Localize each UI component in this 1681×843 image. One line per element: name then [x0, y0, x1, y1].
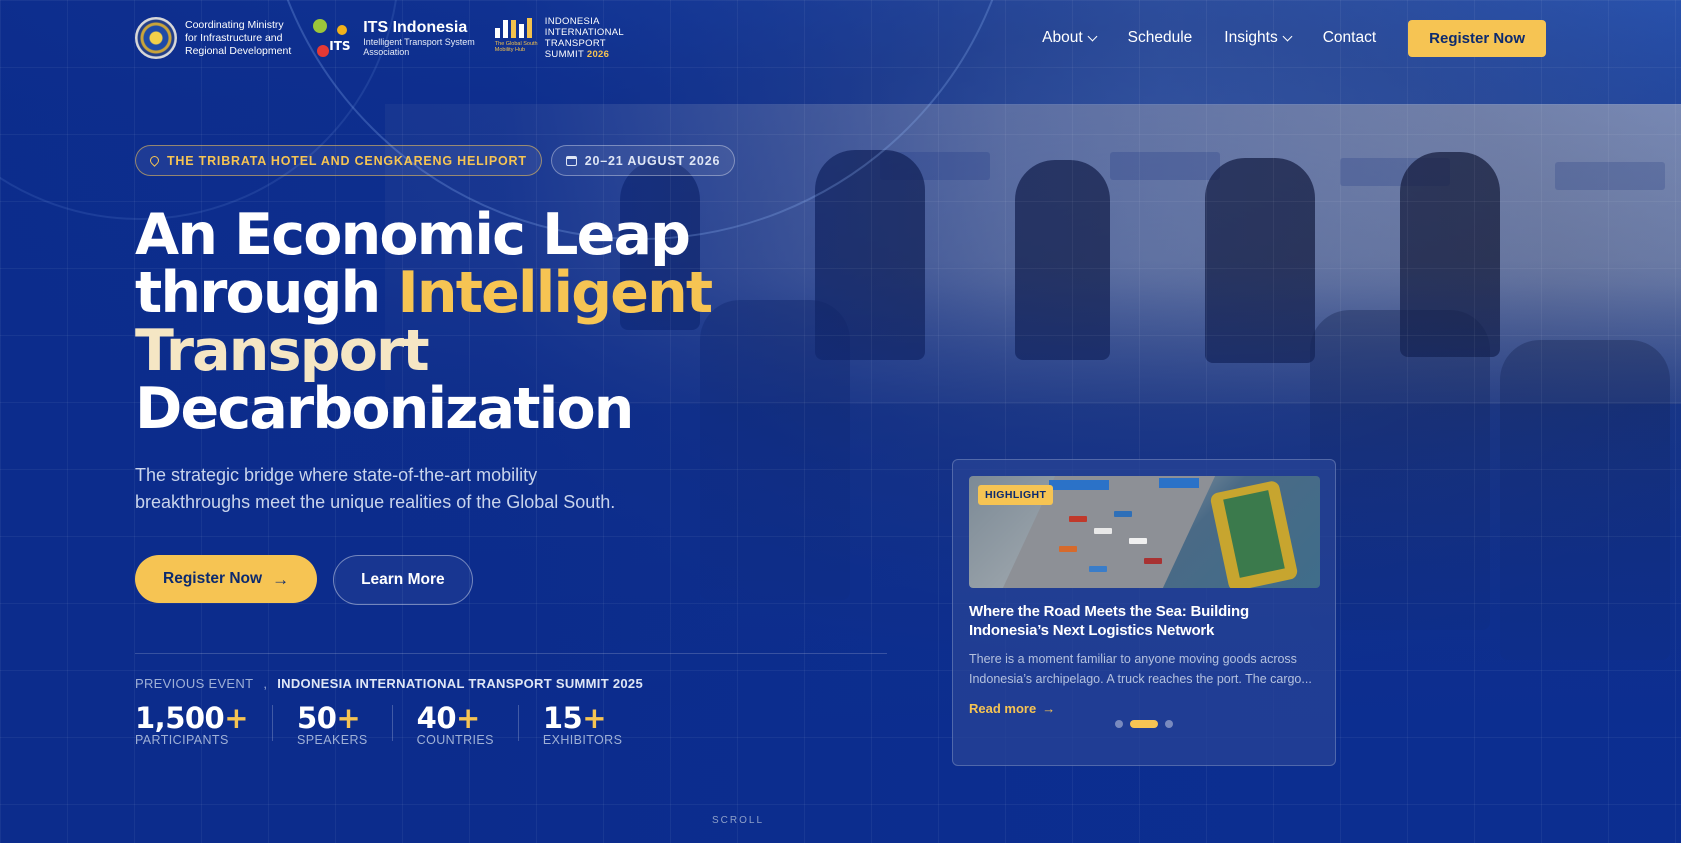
- previous-event-separator: ,: [263, 676, 268, 691]
- its-mark-icon: ITS: [311, 17, 357, 59]
- hero-section: THE TRIBRATA HOTEL AND CENGKARENG HELIPO…: [135, 145, 895, 748]
- iits-line: TRANSPORT: [544, 38, 606, 49]
- stat-value: 1,500: [135, 701, 225, 735]
- nav-contact[interactable]: Contact: [1323, 29, 1376, 47]
- title-highlight: Intelligent: [397, 260, 714, 326]
- stat-plus: +: [224, 701, 249, 735]
- card-excerpt: There is a moment familiar to anyone mov…: [969, 652, 1312, 686]
- ministry-logo[interactable]: Coordinating Ministry for Infrastructure…: [135, 17, 291, 59]
- stat-plus: +: [456, 701, 480, 735]
- main-nav: About Schedule Insights Contact Register…: [1042, 19, 1546, 57]
- its-indonesia-logo[interactable]: ITS ITS Indonesia Intelligent Transport …: [311, 17, 475, 59]
- partner-logos: Coordinating Ministry for Infrastructure…: [135, 16, 624, 60]
- iits-line: INTERNATIONAL: [544, 27, 625, 38]
- carousel-dot-active[interactable]: [1130, 720, 1158, 728]
- map-pin-icon: [148, 154, 161, 167]
- read-more-link[interactable]: Read more →: [969, 701, 1319, 716]
- title-line: Decarbonization: [135, 376, 634, 442]
- previous-event-label: PREVIOUS EVENT: [135, 676, 254, 691]
- date-chip: 20–21 AUGUST 2026: [550, 145, 736, 176]
- iits-mark-icon: The Global South Mobility Hub: [494, 16, 539, 53]
- ministry-line: Coordinating Ministry: [185, 18, 284, 31]
- chevron-down-icon: [1282, 31, 1293, 41]
- iits-year: 2026: [586, 49, 610, 60]
- iits-line: INDONESIA: [544, 16, 600, 27]
- date-text: 20–21 AUGUST 2026: [584, 153, 721, 168]
- carousel-dot[interactable]: [1165, 720, 1173, 728]
- ministry-emblem-icon: [135, 17, 177, 59]
- nav-label: Contact: [1322, 29, 1377, 46]
- arrow-right-icon: →: [272, 569, 290, 589]
- title-highlight: Transport: [135, 318, 430, 384]
- chevron-down-icon: [1087, 31, 1098, 41]
- highlight-badge: HIGHLIGHT: [978, 485, 1054, 505]
- calendar-icon: [565, 155, 577, 166]
- stat-label: PARTICIPANTS: [135, 733, 229, 747]
- nav-insights[interactable]: Insights: [1224, 29, 1293, 47]
- stat-value: 40: [416, 701, 457, 735]
- previous-event-name: INDONESIA INTERNATIONAL TRANSPORT SUMMIT…: [277, 676, 643, 691]
- event-stats: 1,500+ PARTICIPANTS 50+ SPEAKERS 40+ COU…: [135, 704, 895, 748]
- title-line: through: [135, 260, 398, 326]
- highlight-card[interactable]: HIGHLIGHT Where the Road Meets the Sea: …: [952, 459, 1336, 766]
- arrow-right-icon: →: [1042, 701, 1056, 716]
- its-mark-text: ITS: [329, 39, 351, 53]
- its-subtitle: Association: [363, 47, 410, 57]
- stat-value: 50: [297, 701, 337, 735]
- read-more-label: Read more: [969, 701, 1037, 716]
- carousel-dots: [953, 720, 1335, 728]
- iits-2026-logo[interactable]: The Global South Mobility Hub INDONESIA …: [494, 16, 625, 60]
- stat-label: COUNTRIES: [416, 733, 494, 747]
- event-info-chips: THE TRIBRATA HOTEL AND CENGKARENG HELIPO…: [135, 145, 895, 176]
- card-title[interactable]: Where the Road Meets the Sea: Building I…: [969, 602, 1319, 640]
- stat-plus: +: [582, 701, 607, 735]
- highlight-image: HIGHLIGHT: [969, 476, 1320, 588]
- stat-countries: 40+ COUNTRIES: [417, 704, 519, 747]
- nav-label: Insights: [1224, 29, 1278, 46]
- title-line: An Economic Leap: [135, 202, 691, 268]
- stat-participants: 1,500+ PARTICIPANTS: [135, 704, 274, 747]
- nav-label: About: [1042, 29, 1083, 46]
- scroll-indicator[interactable]: SCROLL: [712, 815, 764, 826]
- previous-event: PREVIOUS EVENT , INDONESIA INTERNATIONAL…: [135, 676, 895, 691]
- its-subtitle: Intelligent Transport System: [363, 37, 475, 47]
- ministry-line: Regional Development: [185, 44, 292, 57]
- stat-exhibitors: 15+ EXHIBITORS: [543, 704, 646, 748]
- site-header: Coordinating Ministry for Infrastructure…: [0, 0, 1681, 76]
- nav-schedule[interactable]: Schedule: [1128, 29, 1193, 47]
- iits-tagline: The Global South Mobility Hub: [494, 41, 538, 53]
- stat-plus: +: [336, 701, 361, 735]
- stat-speakers: 50+ SPEAKERS: [297, 704, 393, 747]
- location-text: THE TRIBRATA HOTEL AND CENGKARENG HELIPO…: [167, 153, 527, 168]
- register-now-button[interactable]: Register Now →: [135, 555, 318, 603]
- nav-about[interactable]: About: [1042, 29, 1098, 47]
- nav-label: Schedule: [1127, 29, 1193, 46]
- hero-cta-group: Register Now → Learn More: [135, 555, 895, 605]
- register-now-label: Register Now: [163, 570, 263, 587]
- stat-label: EXHIBITORS: [542, 733, 623, 747]
- ministry-line: for Infrastructure and: [185, 31, 283, 44]
- stat-value: 15: [542, 701, 583, 735]
- learn-more-button[interactable]: Learn More: [333, 555, 473, 605]
- carousel-dot[interactable]: [1115, 720, 1123, 728]
- hero-subtitle: The strategic bridge where state-of-the-…: [135, 465, 616, 512]
- header-register-button[interactable]: Register Now: [1408, 19, 1546, 57]
- stat-label: SPEAKERS: [297, 733, 368, 747]
- ministry-name: Coordinating Ministry for Infrastructure…: [185, 19, 291, 58]
- hero-title: An Economic Leap through Intelligent Tra…: [135, 206, 895, 438]
- its-name: ITS Indonesia: [363, 19, 468, 36]
- divider: [135, 653, 887, 654]
- iits-summit: SUMMIT: [544, 49, 584, 60]
- location-chip: THE TRIBRATA HOTEL AND CENGKARENG HELIPO…: [135, 145, 542, 176]
